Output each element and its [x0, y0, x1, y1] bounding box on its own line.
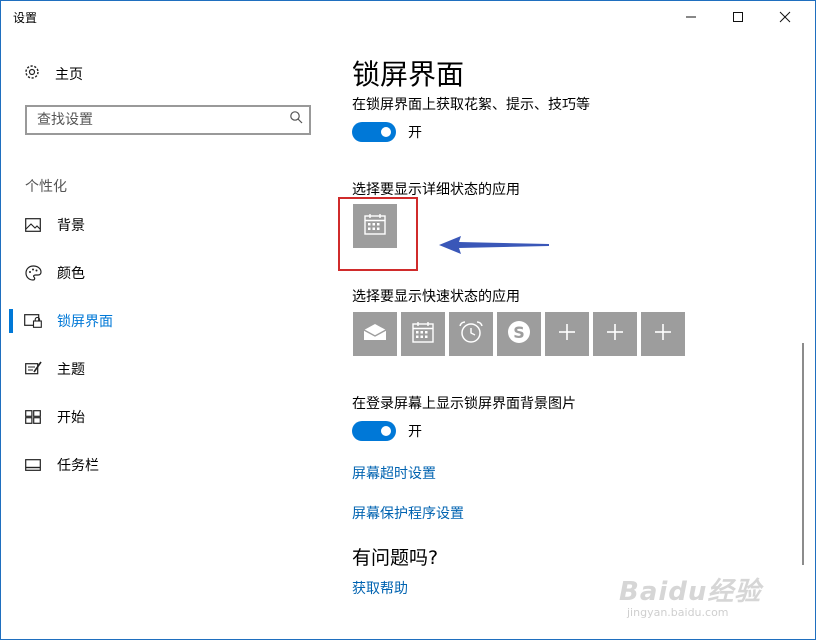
- plus-icon: [606, 323, 624, 345]
- close-icon: [779, 11, 791, 23]
- selection-bar: [9, 357, 13, 381]
- plus-icon: [558, 323, 576, 345]
- quick-status-add-button[interactable]: [545, 312, 589, 356]
- minimize-icon: [686, 16, 696, 18]
- scrollbar-thumb[interactable]: [802, 343, 804, 565]
- quick-status-app-button[interactable]: [353, 312, 397, 356]
- mail-icon: [363, 323, 387, 345]
- annotation-arrow-icon: [439, 236, 549, 254]
- minimize-button[interactable]: [668, 1, 714, 33]
- toggle-state-label: 开: [408, 424, 422, 440]
- maximize-button[interactable]: [715, 1, 761, 33]
- sidebar-item-lock-screen[interactable]: 锁屏界面: [1, 305, 321, 337]
- toggle-state-label: 开: [408, 125, 422, 141]
- highlight-box: [338, 197, 418, 271]
- sidebar-item-label: 开始: [57, 410, 85, 426]
- quick-status-add-button[interactable]: [641, 312, 685, 356]
- start-icon: [23, 407, 43, 427]
- theme-icon: [23, 359, 43, 379]
- get-help-link[interactable]: 获取帮助: [352, 578, 408, 598]
- sidebar-item-label: 锁屏界面: [57, 314, 113, 330]
- sidebar-item-label: 颜色: [57, 266, 85, 282]
- search-box[interactable]: [25, 105, 311, 135]
- signin-background-toggle[interactable]: [352, 421, 396, 441]
- taskbar-icon: [23, 455, 43, 475]
- plus-icon: [654, 323, 672, 345]
- search-icon[interactable]: [289, 110, 303, 128]
- sidebar-item-label: 任务栏: [57, 458, 99, 474]
- quick-status-app-button[interactable]: S: [497, 312, 541, 356]
- help-title: 有问题吗?: [352, 547, 439, 569]
- svg-text:S: S: [513, 323, 525, 342]
- nav-home-label: 主页: [55, 67, 83, 83]
- sidebar-item-themes[interactable]: 主题: [1, 353, 321, 385]
- title-bar: 设置: [1, 1, 815, 33]
- signin-background-label: 在登录屏幕上显示锁屏界面背景图片: [352, 396, 576, 412]
- maximize-icon: [733, 12, 743, 22]
- window-title: 设置: [13, 11, 38, 25]
- baidu-watermark: Baidu经验 jingyan.baidu.com: [619, 571, 761, 619]
- quick-status-app-button[interactable]: [401, 312, 445, 356]
- screensaver-link[interactable]: 屏幕保护程序设置: [352, 503, 464, 523]
- sidebar-item-taskbar[interactable]: 任务栏: [1, 449, 321, 481]
- selection-bar: [9, 309, 13, 333]
- sidebar-item-start[interactable]: 开始: [1, 401, 321, 433]
- quick-status-app-button[interactable]: [449, 312, 493, 356]
- settings-window: 设置 主页 个性化 背景 颜色: [0, 0, 816, 640]
- selection-bar: [9, 405, 13, 429]
- detailed-status-label: 选择要显示详细状态的应用: [352, 182, 520, 198]
- watermark-logo: Baidu经验: [619, 577, 762, 607]
- quick-status-add-button[interactable]: [593, 312, 637, 356]
- lock-screen-icon: [23, 311, 43, 331]
- signin-background-toggle-row: 开: [352, 420, 422, 442]
- sidebar-item-label: 主题: [57, 362, 85, 378]
- page-title: 锁屏界面: [352, 58, 465, 91]
- selection-bar: [9, 213, 13, 237]
- selection-bar: [9, 261, 13, 285]
- selection-bar: [9, 453, 13, 477]
- palette-icon: [23, 263, 43, 283]
- skype-icon: S: [506, 319, 532, 349]
- section-label-personalization: 个性化: [25, 179, 67, 195]
- alarm-icon: [458, 320, 484, 348]
- sidebar-item-colors[interactable]: 颜色: [1, 257, 321, 289]
- picture-icon: [23, 215, 43, 235]
- sidebar-item-background[interactable]: 背景: [1, 209, 321, 241]
- fun-facts-label: 在锁屏界面上获取花絮、提示、技巧等: [352, 97, 590, 113]
- gear-icon: [23, 63, 43, 86]
- fun-facts-toggle-row: 开: [352, 121, 422, 143]
- screen-timeout-link[interactable]: 屏幕超时设置: [352, 463, 436, 483]
- sidebar-item-label: 背景: [57, 218, 85, 234]
- quick-status-label: 选择要显示快速状态的应用: [352, 289, 520, 305]
- search-input[interactable]: [27, 107, 277, 133]
- nav-home[interactable]: 主页: [23, 61, 83, 87]
- close-button[interactable]: [762, 1, 808, 33]
- fun-facts-toggle[interactable]: [352, 122, 396, 142]
- calendar-icon: [412, 321, 434, 347]
